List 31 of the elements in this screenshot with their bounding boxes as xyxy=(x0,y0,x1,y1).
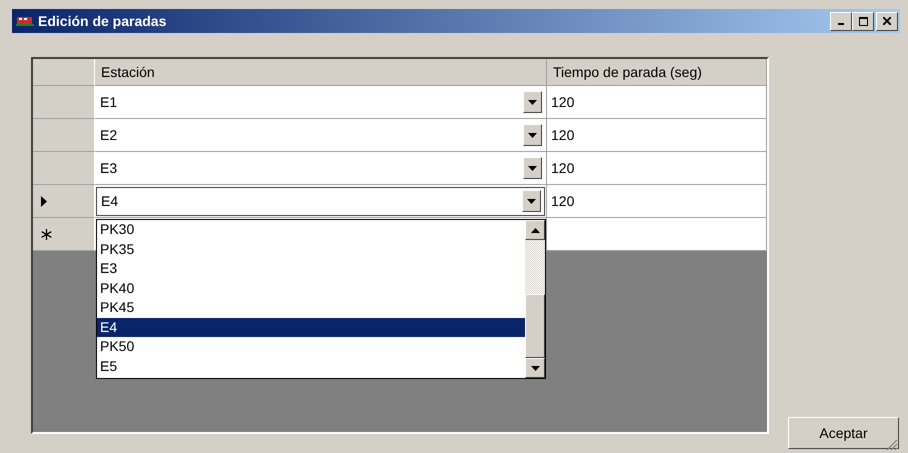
table-cell[interactable]: 120 xyxy=(547,185,767,218)
corner-header xyxy=(33,59,95,86)
minimize-button[interactable] xyxy=(830,12,852,30)
current-row-icon xyxy=(41,196,47,206)
scroll-thumb[interactable] xyxy=(525,294,545,358)
close-button[interactable] xyxy=(876,12,898,30)
list-item[interactable]: PK50 xyxy=(97,337,525,356)
resize-grip-icon[interactable] xyxy=(886,439,898,451)
column-header[interactable]: Estación xyxy=(95,59,547,86)
scroll-down-button[interactable] xyxy=(525,358,545,378)
maximize-button[interactable] xyxy=(852,12,874,30)
column-header[interactable]: Tiempo de parada (seg) xyxy=(547,59,767,86)
close-icon xyxy=(883,17,891,25)
table-cell[interactable]: 120 xyxy=(547,86,767,119)
maximize-icon xyxy=(858,16,868,26)
list-item[interactable]: E5 xyxy=(97,356,525,376)
list-item[interactable]: PK40 xyxy=(97,278,525,298)
list-item[interactable]: PK30 xyxy=(97,220,525,240)
list-item[interactable]: E4 xyxy=(97,318,525,337)
list-item[interactable]: E3 xyxy=(97,259,525,278)
train-icon xyxy=(16,15,34,27)
scroll-up-button[interactable] xyxy=(525,220,545,240)
station-dropdown[interactable]: E4 xyxy=(96,186,545,216)
down-arrow-icon xyxy=(530,366,540,370)
accept-button[interactable]: Aceptar xyxy=(788,417,899,449)
table-cell[interactable]: 120 xyxy=(547,119,767,152)
table-cell[interactable]: 120 xyxy=(547,152,767,185)
window-title: Edición de paradas xyxy=(38,13,168,29)
list-item[interactable]: PK35 xyxy=(97,240,525,259)
up-arrow-icon xyxy=(530,228,540,232)
list-item[interactable]: PK45 xyxy=(97,298,525,318)
